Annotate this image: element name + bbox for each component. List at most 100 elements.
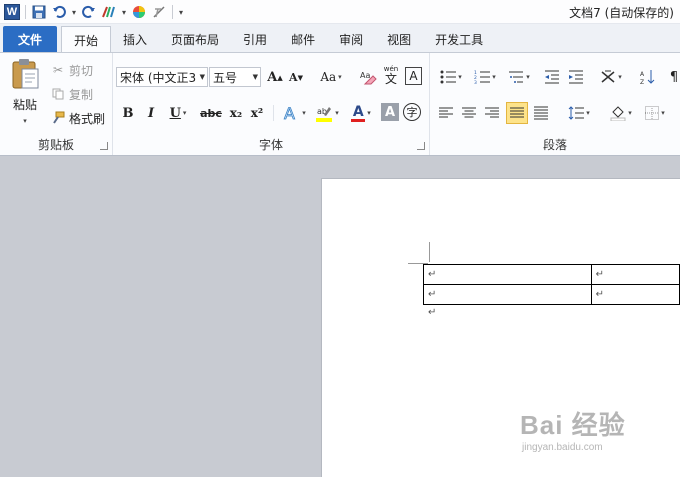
bullets-button[interactable]: ▾ [436,67,466,87]
distributed-button[interactable] [531,103,551,123]
bold-button[interactable]: B [118,103,138,123]
table-cell[interactable]: ↵ [423,284,592,305]
font-name-dropdown-icon[interactable]: ▼ [200,73,205,81]
table-cell[interactable]: ↵ [590,284,680,305]
svg-text:3: 3 [474,80,477,84]
tab-insert[interactable]: 插入 [111,26,159,52]
shrink-font-label: A [289,70,298,84]
borders-icon [645,106,660,120]
font-color-button[interactable]: A ▾ [346,103,376,123]
grow-font-label: A [267,69,278,85]
format-painter-button[interactable]: 格式刷 [50,109,105,127]
svg-text:Z: Z [640,79,644,85]
italic-button[interactable]: I [141,103,161,123]
format-painter-quick-icon[interactable] [100,3,118,21]
decrease-indent-icon [545,70,559,84]
strikethrough-button[interactable]: abc [199,103,223,123]
format-painter-dropdown-icon[interactable]: ▾ [120,8,128,17]
increase-indent-button[interactable] [566,67,586,87]
decrease-indent-button[interactable] [542,67,562,87]
document-page[interactable] [321,178,680,477]
customize-toolbar-icon[interactable]: ▾ [177,8,185,17]
copy-button[interactable]: 复制 [50,85,93,103]
increase-indent-icon [569,70,583,84]
sort-icon: AZ [640,70,655,85]
tab-developer[interactable]: 开发工具 [423,26,495,52]
phonetic-guide-button[interactable]: wén 文 [381,65,401,85]
paragraph-shading-button[interactable]: ▾ [606,103,636,123]
watermark: Bai 经验 jingyan.baidu.com [520,405,626,453]
cut-button[interactable]: ✂ 剪切 [50,61,93,79]
tab-file[interactable]: 文件 [3,26,57,52]
format-painter-icon [50,111,66,125]
table-cell[interactable]: ↵ [423,264,592,285]
document-title: 文档7 (自动保存的) [569,6,674,20]
copy-label: 复制 [69,87,94,102]
numbering-icon: 123 [474,70,491,84]
align-left-button[interactable] [436,103,456,123]
subscript-button[interactable]: x₂ [226,103,246,123]
character-shading-button[interactable]: A [381,103,399,121]
paragraph-group: ▾ 123 ▾ ▾ ▾ AZ ¶ ▾ ▾ ▾ 段落 [430,53,680,155]
undo-dropdown-icon[interactable]: ▾ [70,8,78,17]
numbering-button[interactable]: 123 ▾ [470,67,500,87]
font-name-combo[interactable]: 宋体 (中文正3 ▼ [116,67,208,87]
align-right-button[interactable] [482,103,502,123]
title-bar: W ▾ ▾ ▾ 文档7 (自动保存的) [0,0,680,24]
clear-formatting-button[interactable]: Aa [358,67,378,87]
clear-format-icon[interactable] [150,3,168,21]
underline-button[interactable]: U ▾ [164,103,192,123]
borders-button[interactable]: ▾ [640,103,670,123]
text-effects-button[interactable]: A ▾ [279,103,309,123]
svg-text:A: A [640,71,645,78]
text-effects-icon: A [284,104,296,122]
paste-icon [12,59,39,89]
tab-page-layout[interactable]: 页面布局 [159,26,231,52]
enclose-characters-button[interactable]: 字 [403,103,421,121]
chinese-layout-button[interactable]: ▾ [596,67,626,87]
format-painter-label: 格式刷 [69,111,106,126]
align-right-icon [485,107,499,118]
paste-dropdown-icon[interactable]: ▾ [23,117,27,125]
multilevel-list-button[interactable]: ▾ [504,67,534,87]
svg-text:A: A [284,104,295,122]
tab-home[interactable]: 开始 [61,26,112,53]
undo-icon[interactable] [50,3,68,21]
justify-icon [510,107,524,118]
font-group: 宋体 (中文正3 ▼ 五号 ▼ A ▲ A ▼ Aa ▾ Aa wén 文 A B I… [113,53,430,155]
redo-icon[interactable] [80,3,98,21]
sort-button[interactable]: AZ [638,67,658,87]
show-marks-button[interactable]: ¶ [664,67,680,87]
character-border-button[interactable]: A [405,67,422,85]
align-center-icon [462,107,476,118]
clear-formatting-icon: Aa [360,71,377,85]
align-center-button[interactable] [459,103,479,123]
clipboard-dialog-launcher-icon[interactable] [100,142,108,150]
tab-references[interactable]: 引用 [231,26,279,52]
quick-access-toolbar: W ▾ ▾ ▾ [3,3,185,21]
ribbon-home: 粘贴 ▾ ✂ 剪切 复制 格式刷 剪贴板 宋体 (中文正3 ▼ 五号 ▼ A ▲… [0,52,680,156]
font-size-dropdown-icon[interactable]: ▼ [253,73,258,81]
tab-view[interactable]: 视图 [375,26,423,52]
change-case-button[interactable]: Aa ▾ [316,67,346,87]
distributed-icon [534,106,548,120]
color-wheel-icon[interactable] [130,3,148,21]
paragraph-mark: ↵ [428,307,437,318]
grow-font-button[interactable]: A ▲ [265,67,285,87]
highlight-button[interactable]: ab ▾ [311,103,343,123]
shrink-font-button[interactable]: A ▼ [286,67,306,87]
phonetic-char: 文 [384,71,397,86]
paste-button[interactable]: 粘贴 ▾ [6,58,44,130]
tab-mailings[interactable]: 邮件 [279,26,327,52]
table-cell[interactable]: ↵ [590,264,680,285]
font-size-combo[interactable]: 五号 ▼ [209,67,261,87]
superscript-button[interactable]: x² [247,103,267,123]
font-dialog-launcher-icon[interactable] [417,142,425,150]
justify-button[interactable] [506,102,528,124]
margin-crop-mark [429,242,430,262]
tab-review[interactable]: 审阅 [327,26,375,52]
document-table[interactable]: ↵ ↵ ↵ ↵ [423,264,680,305]
word-logo-icon[interactable]: W [3,3,21,21]
save-icon[interactable] [30,3,48,21]
line-spacing-button[interactable]: ▾ [564,103,594,123]
